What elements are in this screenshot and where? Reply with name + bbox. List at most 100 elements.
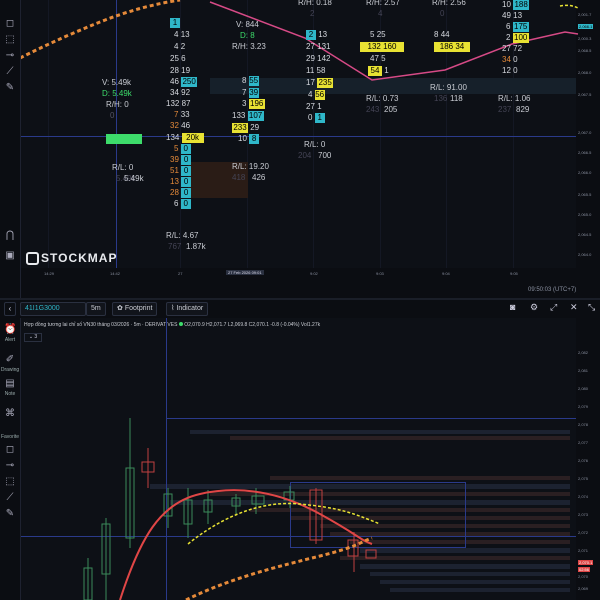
- fp-row: 8 55: [242, 76, 259, 86]
- stat-rh-b: 0: [440, 9, 445, 18]
- top-x-axis: 14:29 14:42 27 27 Feb 2026 09:01 9:02 9:…: [20, 268, 576, 278]
- stat-rl-b: 829: [516, 105, 530, 114]
- camera-icon[interactable]: ◙: [510, 302, 515, 312]
- drawing-icon[interactable]: ✐: [4, 354, 16, 366]
- stat-rh: R/H: 2.57: [366, 0, 400, 7]
- fp-row: 25 6: [170, 54, 186, 63]
- highlight-bar: [106, 134, 142, 144]
- collapse-icon[interactable]: ⤡: [588, 302, 595, 313]
- stat-rl-a: 418: [232, 173, 246, 182]
- stat-volume: V: 844: [236, 20, 259, 29]
- stat-rl: R/L: 0: [304, 140, 326, 149]
- selection-icon[interactable]: ⬚: [4, 476, 16, 488]
- clock: 09:50:03 (UTC+7): [528, 287, 577, 293]
- back-button[interactable]: ‹: [4, 302, 16, 316]
- stat-rh-b: 2: [310, 9, 315, 18]
- lock-icon[interactable]: ▣: [4, 250, 16, 262]
- paint-icon[interactable]: ⌘: [4, 408, 16, 420]
- stat-delta: D: 5.49k: [102, 89, 132, 98]
- candles-overlay: [83, 418, 381, 600]
- top-y-axis: 2,001.7 2,066.1 2,000.3 2,068.5 2,068.0 …: [578, 12, 594, 257]
- fp-row: 29 142: [306, 54, 331, 63]
- stat-rl-a: 204: [298, 151, 312, 160]
- note-icon[interactable]: ▤: [4, 378, 16, 390]
- brand-logo: STOCKMAP: [26, 251, 117, 266]
- stat-rl-b: 700: [318, 151, 332, 160]
- line-tool-icon[interactable]: ⊸: [4, 50, 16, 62]
- stat-rl: R/L: 0.73: [366, 94, 399, 103]
- fp-row: 27 72: [502, 44, 523, 53]
- alarm-icon[interactable]: ⏰: [4, 324, 16, 336]
- settings-icon[interactable]: ⚙: [530, 302, 538, 313]
- fp-row: 49 13: [502, 11, 523, 20]
- fp-row: 10 188: [502, 0, 530, 10]
- stat-delta: D: 8: [240, 31, 255, 40]
- stat-rl-a: 237: [498, 105, 512, 114]
- fp-row: 27 1: [306, 102, 322, 111]
- stat-rh: R/H: 2.56: [432, 0, 466, 7]
- drawing-label: Drawing: [0, 367, 20, 373]
- fp-row: 2 100: [506, 33, 529, 43]
- footprint-button[interactable]: ✿ Footprint: [112, 302, 158, 316]
- interval-button[interactable]: 5m: [86, 302, 106, 316]
- fp-row: 17 235: [306, 78, 334, 88]
- bottom-y-axis: 2,082 2,081 2,080 2,079 2,078 2,077 2,07…: [578, 350, 594, 591]
- symbol-input[interactable]: 41I1G3000: [20, 302, 86, 316]
- fp-row: 132 87: [166, 99, 191, 108]
- stat-rh-value: 0: [110, 111, 115, 120]
- pen-tool-icon[interactable]: ✎: [4, 508, 16, 520]
- stat-rl: R/L: 91.00: [430, 83, 467, 92]
- magnet-icon[interactable]: ⋂: [4, 230, 16, 242]
- indicator-button[interactable]: ⌇ Indicator: [166, 302, 209, 316]
- fp-row: 233 29: [232, 123, 260, 133]
- fp-row: 34 92: [170, 88, 191, 97]
- fp-row: 54 1: [368, 66, 389, 76]
- stat-rl-b: 118: [450, 94, 463, 103]
- countdown-tag: 02:56: [578, 567, 591, 572]
- fp-row: 28 0: [170, 188, 192, 198]
- stat-rl-a: 136: [434, 94, 448, 103]
- favorite-label: Favorite: [0, 434, 20, 440]
- stat-rl-b: 426: [252, 173, 266, 182]
- fp-row: 134 20k: [166, 133, 204, 143]
- square-icon[interactable]: ◻: [4, 444, 16, 456]
- fp-row: 4 13: [174, 30, 190, 39]
- stat-rl-a: 243: [366, 105, 380, 114]
- selection-icon[interactable]: ⬚: [4, 34, 16, 46]
- stat-volume: V: 5.49k: [102, 78, 132, 87]
- fp-row: 186 34: [434, 42, 470, 52]
- fp-row: 1: [170, 18, 180, 28]
- note-label: Note: [4, 391, 16, 397]
- fp-row: 10 8: [238, 134, 260, 144]
- fp-row: 4 56: [308, 90, 325, 100]
- path-tool-icon[interactable]: ⟋: [4, 492, 16, 504]
- top-left-toolbar: ◻ ⬚ ⊸ ⟋ ✎ ⋂ ▣: [0, 0, 21, 300]
- stat-rl-total: 5.49k: [124, 174, 144, 183]
- stat-rl: R/L: 19.20: [232, 162, 269, 171]
- square-icon[interactable]: ◻: [4, 18, 16, 30]
- close-icon[interactable]: ✕: [570, 302, 578, 313]
- price-tag: 2,070.1: [578, 560, 594, 565]
- fp-row: 133 107: [232, 111, 264, 121]
- expand-icon[interactable]: ⤢: [550, 302, 557, 313]
- fp-row: 4 2: [174, 42, 186, 51]
- stat-rl-a: 767: [168, 242, 182, 251]
- alert-label: Alert: [4, 337, 16, 343]
- fp-row: 2 13: [306, 30, 327, 40]
- stat-rh: R/H: 0.18: [298, 0, 332, 7]
- stat-rl: R/L: 4.67: [166, 231, 199, 240]
- fp-row: 32 46: [170, 121, 191, 130]
- line-tool-icon[interactable]: ⊸: [4, 460, 16, 472]
- fp-row: 3 196: [242, 99, 265, 109]
- fp-row: 28 19: [170, 66, 191, 75]
- stat-rh: R/H: 0: [106, 100, 129, 109]
- path-tool-icon[interactable]: ⟋: [4, 66, 16, 78]
- stat-rl-b: 205: [384, 105, 398, 114]
- stat-rl: R/L: 0: [112, 163, 134, 172]
- fp-row: 7 33: [174, 110, 190, 119]
- pen-tool-icon[interactable]: ✎: [4, 82, 16, 94]
- fp-row: 5 25: [370, 30, 386, 39]
- fp-row: 5 0: [174, 144, 191, 154]
- fp-row: 27 131: [306, 42, 331, 51]
- fp-row: 12 0: [502, 66, 518, 75]
